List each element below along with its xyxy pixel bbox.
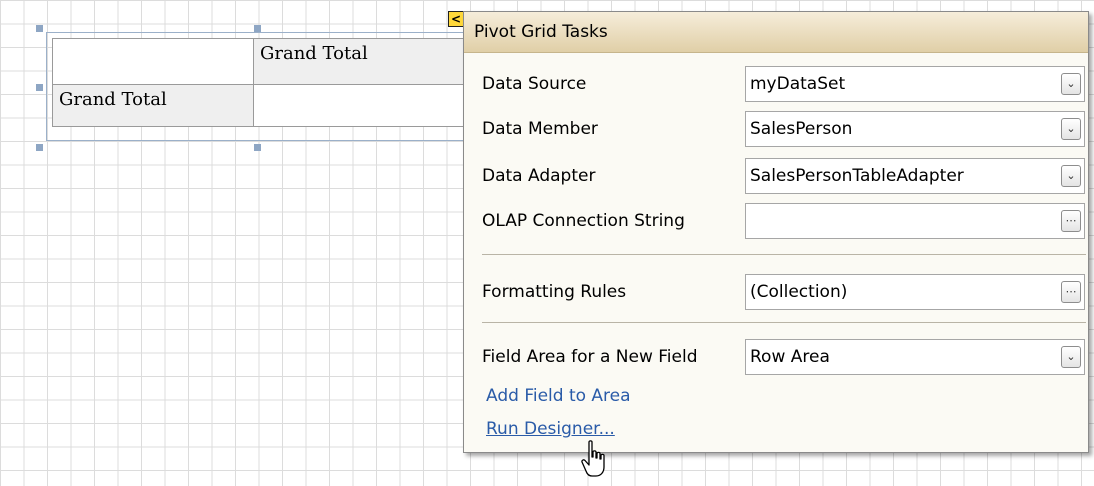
olap-connection-field[interactable]: ⋯ <box>745 203 1085 239</box>
resize-handle-bottom-left[interactable] <box>36 144 43 151</box>
data-adapter-label: Data Adapter <box>482 166 596 186</box>
data-member-row: Data Member SalesPerson ⌄ <box>464 111 1088 147</box>
data-adapter-row: Data Adapter SalesPersonTableAdapter ⌄ <box>464 158 1088 194</box>
design-surface: Grand Total Grand Total < Pivot Grid Tas… <box>0 0 1094 486</box>
chevron-down-icon[interactable]: ⌄ <box>1061 346 1081 368</box>
field-area-row: Field Area for a New Field Row Area ⌄ <box>464 339 1088 375</box>
data-source-row: Data Source myDataSet ⌄ <box>464 66 1088 102</box>
pivot-corner-cell <box>52 38 254 85</box>
resize-handle-top-middle[interactable] <box>254 25 261 32</box>
hand-pointer-icon <box>581 440 605 477</box>
olap-connection-label: OLAP Connection String <box>482 211 685 231</box>
chevron-down-icon[interactable]: ⌄ <box>1061 73 1081 95</box>
formatting-rules-row: Formatting Rules (Collection) ⋯ <box>464 274 1088 310</box>
panel-title: Pivot Grid Tasks <box>464 12 1088 53</box>
resize-handle-bottom-middle[interactable] <box>254 144 261 151</box>
separator <box>482 322 1086 323</box>
run-designer-link[interactable]: Run Designer... <box>486 419 615 439</box>
ellipsis-icon[interactable]: ⋯ <box>1061 281 1081 303</box>
pivot-data-cell <box>253 84 467 127</box>
data-source-value: myDataSet <box>750 74 846 94</box>
data-source-combobox[interactable]: myDataSet ⌄ <box>745 66 1085 102</box>
data-adapter-combobox[interactable]: SalesPersonTableAdapter ⌄ <box>745 158 1085 194</box>
formatting-rules-value: (Collection) <box>750 282 848 302</box>
separator <box>482 254 1086 255</box>
chevron-down-icon[interactable]: ⌄ <box>1061 118 1081 140</box>
chevron-down-icon[interactable]: ⌄ <box>1061 165 1081 187</box>
olap-connection-row: OLAP Connection String ⋯ <box>464 203 1088 239</box>
ellipsis-icon[interactable]: ⋯ <box>1061 210 1081 232</box>
smart-tag-collapse-icon[interactable]: < <box>448 11 464 27</box>
row-grand-total-header[interactable]: Grand Total <box>52 84 254 127</box>
formatting-rules-field[interactable]: (Collection) ⋯ <box>745 274 1085 310</box>
field-area-combobox[interactable]: Row Area ⌄ <box>745 339 1085 375</box>
field-area-label: Field Area for a New Field <box>482 347 698 367</box>
data-member-value: SalesPerson <box>750 119 853 139</box>
column-grand-total-header[interactable]: Grand Total <box>253 38 467 85</box>
data-source-label: Data Source <box>482 74 587 94</box>
resize-handle-middle-left[interactable] <box>36 84 43 91</box>
resize-handle-top-left[interactable] <box>36 25 43 32</box>
formatting-rules-label: Formatting Rules <box>482 282 627 302</box>
data-adapter-value: SalesPersonTableAdapter <box>750 166 964 186</box>
data-member-label: Data Member <box>482 119 598 139</box>
data-member-combobox[interactable]: SalesPerson ⌄ <box>745 111 1085 147</box>
add-field-to-area-link[interactable]: Add Field to Area <box>486 386 631 406</box>
field-area-value: Row Area <box>750 347 830 367</box>
pivot-grid-tasks-panel: Pivot Grid Tasks Data Source myDataSet ⌄… <box>463 11 1089 453</box>
